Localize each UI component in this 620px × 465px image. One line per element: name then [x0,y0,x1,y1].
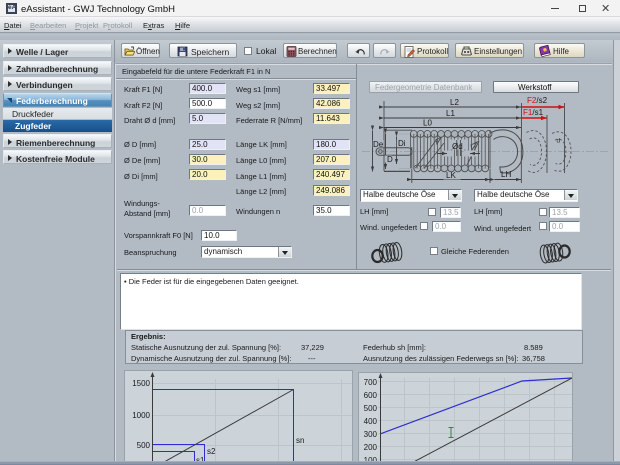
svg-text:F2/s2: F2/s2 [527,96,548,105]
svg-text:1500: 1500 [132,379,150,388]
svg-text:300: 300 [364,430,378,439]
svg-text:400: 400 [364,417,378,426]
svg-text:Ød: Ød [452,142,463,151]
svg-text:700: 700 [364,378,378,387]
svg-text:L1: L1 [446,109,455,118]
svg-text:s2: s2 [207,447,216,456]
svg-text:L2: L2 [450,98,459,107]
svg-text:De: De [373,140,384,149]
svg-text:500: 500 [137,441,151,450]
svg-text:200: 200 [364,443,378,452]
svg-text:LH: LH [501,170,511,179]
svg-text:D: D [387,155,393,164]
svg-text:L0: L0 [423,119,432,128]
svg-text:1000: 1000 [132,411,150,420]
svg-text:500: 500 [364,404,378,413]
svg-text:LK: LK [446,171,456,180]
svg-text:600: 600 [364,391,378,400]
svg-text:Di: Di [398,139,406,148]
svg-text:F1/s1: F1/s1 [523,108,544,117]
svg-text:sn: sn [296,436,304,445]
svg-text:d: d [557,138,561,145]
